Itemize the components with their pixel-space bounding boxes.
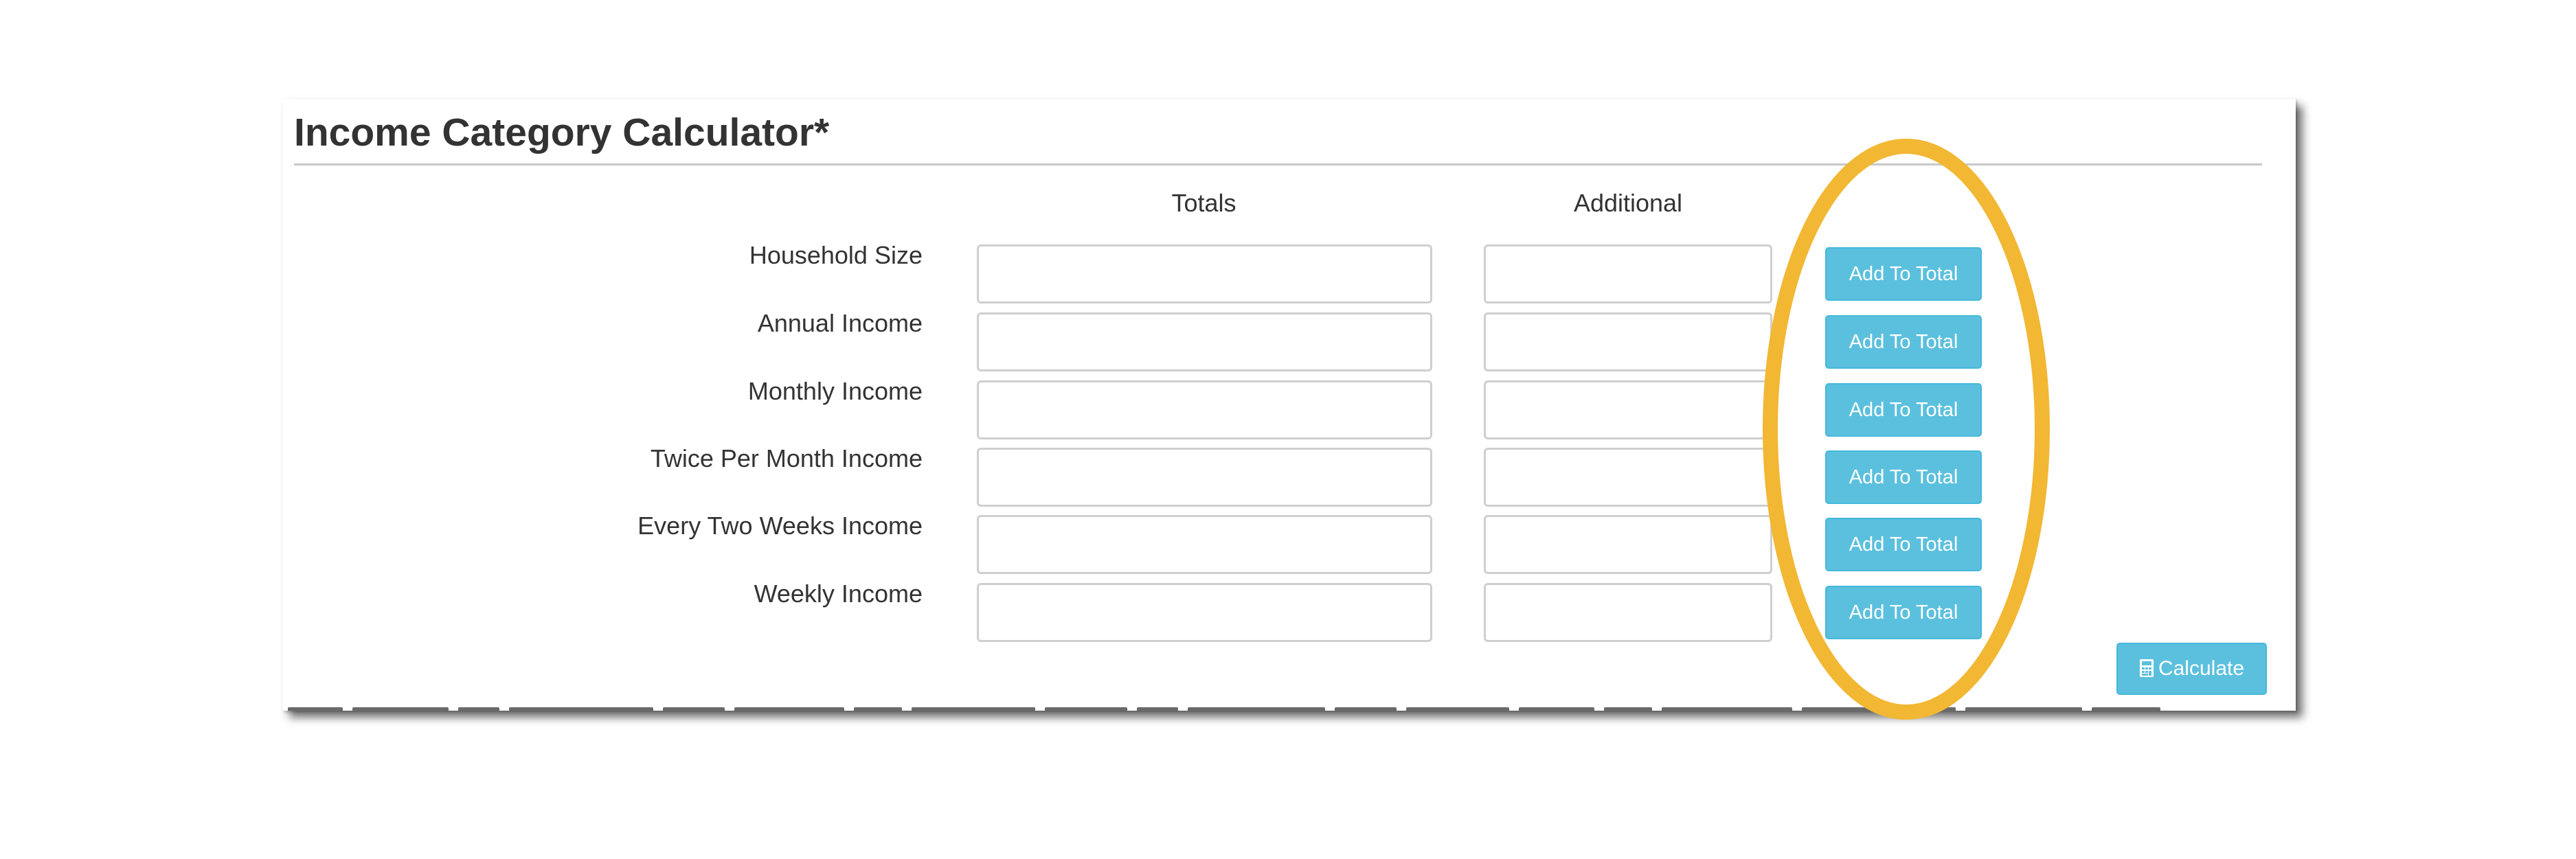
row-label-every-two-weeks-income: Every Two Weeks Income (637, 512, 923, 540)
household-size-total-input[interactable] (977, 244, 1432, 303)
row-label-weekly-income: Weekly Income (754, 580, 923, 608)
column-header-totals: Totals (1171, 189, 1236, 217)
column-header-additional: Additional (1573, 189, 1683, 217)
annual-income-total-input[interactable] (977, 312, 1432, 371)
screenshot-stage: Income Category Calculator* Totals Addit… (0, 0, 2576, 859)
add-to-total-button-weekly-income[interactable]: Add To Total (1825, 586, 1982, 639)
add-to-total-button-twice-per-month-income[interactable]: Add To Total (1825, 450, 1982, 504)
calculator-panel: Income Category Calculator* Totals Addit… (282, 99, 2296, 711)
add-to-total-button-household-size[interactable]: Add To Total (1825, 247, 1982, 301)
weekly-income-additional-input[interactable] (1484, 583, 1772, 642)
household-size-additional-input[interactable] (1484, 244, 1772, 303)
monthly-income-total-input[interactable] (977, 380, 1432, 439)
page-title: Income Category Calculator* (294, 111, 830, 154)
title-divider (294, 163, 2262, 165)
add-to-total-button-monthly-income[interactable]: Add To Total (1825, 383, 1982, 437)
monthly-income-additional-input[interactable] (1484, 380, 1772, 439)
annual-income-additional-input[interactable] (1484, 312, 1772, 371)
every-two-weeks-income-additional-input[interactable] (1484, 515, 1772, 574)
row-label-twice-per-month-income: Twice Per Month Income (650, 444, 923, 472)
twice-per-month-income-additional-input[interactable] (1484, 448, 1772, 507)
weekly-income-total-input[interactable] (977, 583, 1432, 642)
every-two-weeks-income-total-input[interactable] (977, 515, 1432, 574)
add-to-total-button-annual-income[interactable]: Add To Total (1825, 315, 1982, 369)
calculator-icon (2139, 659, 2154, 678)
truncated-text-line (288, 703, 2280, 711)
row-label-monthly-income: Monthly Income (747, 377, 923, 405)
calculate-button-label: Calculate (2158, 657, 2245, 680)
add-to-total-button-every-two-weeks-income[interactable]: Add To Total (1825, 518, 1982, 571)
row-label-annual-income: Annual Income (757, 309, 923, 337)
twice-per-month-income-total-input[interactable] (977, 448, 1432, 507)
row-label-household-size: Household Size (749, 241, 923, 269)
calculate-button[interactable]: Calculate (2116, 643, 2267, 695)
